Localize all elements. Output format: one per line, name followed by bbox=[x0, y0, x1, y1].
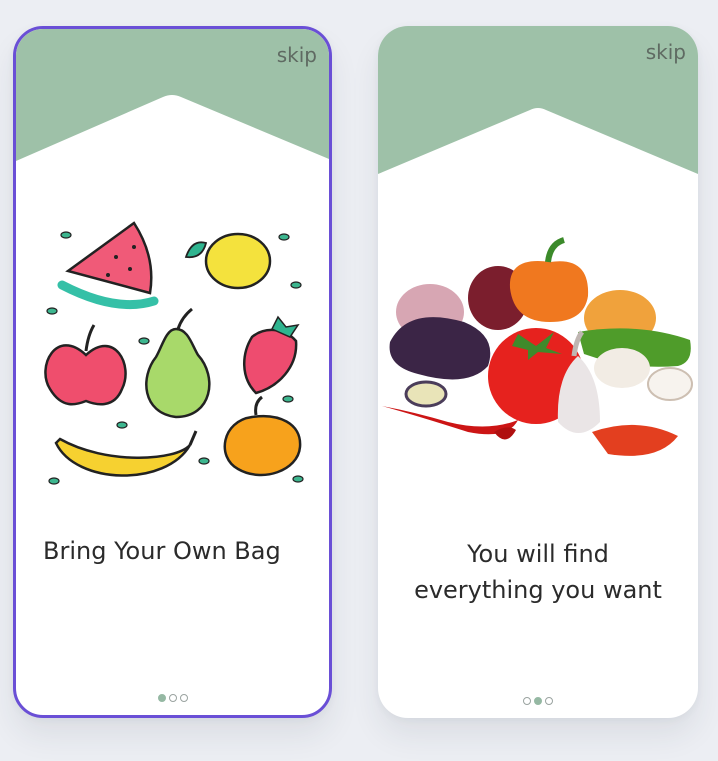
mango-icon bbox=[223, 395, 302, 477]
page-dot-3[interactable] bbox=[545, 697, 553, 705]
skip-button[interactable]: skip bbox=[277, 43, 317, 67]
vegetables-illustration bbox=[382, 237, 693, 456]
page-dot-1[interactable] bbox=[523, 697, 531, 705]
onboarding-screen-2: skip You will find everything you want bbox=[378, 26, 698, 718]
onboarding-title: Bring Your Own Bag bbox=[43, 537, 281, 565]
fruits-illustration bbox=[44, 221, 304, 485]
apple-icon bbox=[44, 324, 127, 406]
pear-icon bbox=[145, 307, 211, 419]
banana-icon bbox=[54, 430, 198, 477]
page-dot-2[interactable] bbox=[168, 694, 177, 702]
page-dot-3[interactable] bbox=[179, 694, 188, 702]
skip-button[interactable]: skip bbox=[646, 40, 686, 64]
pagination-dots bbox=[16, 694, 329, 702]
bell-pepper-icon bbox=[509, 237, 589, 322]
onboarding-title: You will find everything you want bbox=[378, 536, 698, 608]
page-dot-2[interactable] bbox=[534, 697, 542, 705]
onboarding-screen-1: skip Bring Your Own Bag bbox=[13, 26, 332, 718]
page-dot-1[interactable] bbox=[157, 694, 166, 702]
strawberry-icon bbox=[243, 315, 300, 395]
eggplant-icon bbox=[389, 317, 491, 408]
watermelon-icon bbox=[57, 221, 159, 310]
title-line-2: everything you want bbox=[414, 576, 662, 604]
onboarding-stage: skip Bring Your Own Bag skip You will fi… bbox=[0, 0, 718, 761]
lemon-icon bbox=[184, 232, 272, 290]
title-line-1: You will find bbox=[467, 540, 609, 568]
pagination-dots bbox=[378, 697, 698, 705]
